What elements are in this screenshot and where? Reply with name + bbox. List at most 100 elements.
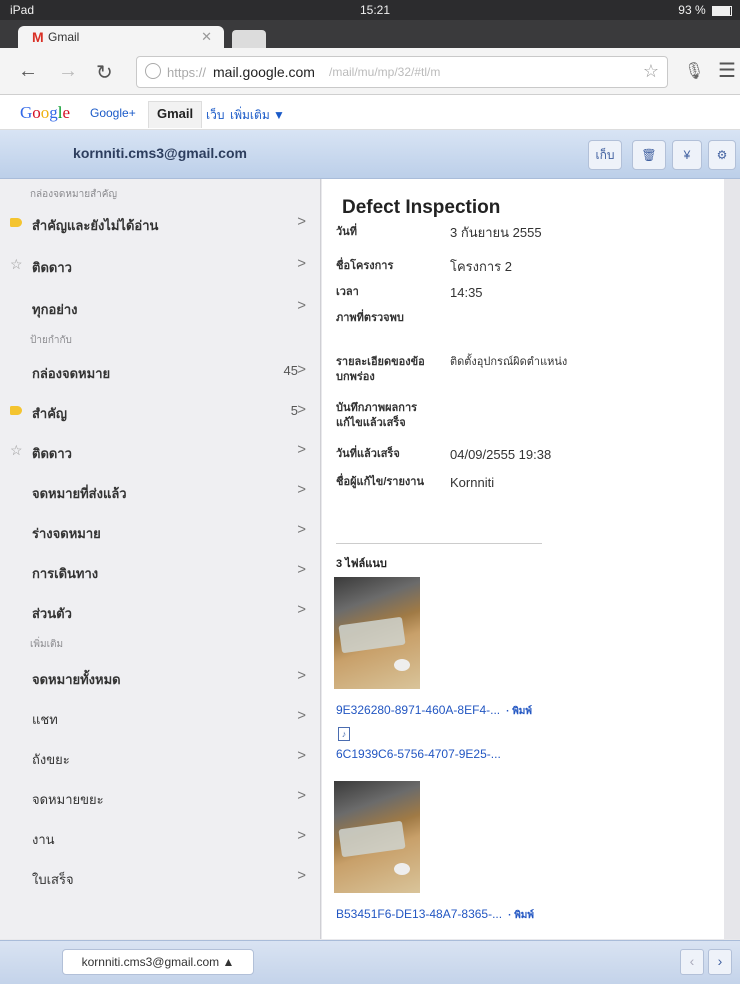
- more-actions-icon[interactable]: ¥: [672, 140, 702, 170]
- tag-icon: [10, 402, 22, 418]
- status-bar: iPad 15:21 93 %: [0, 0, 740, 20]
- star-icon: ☆: [10, 442, 23, 458]
- gmail-icon: M: [32, 29, 44, 45]
- sidebar-item-label: จดหมายขยะ: [32, 792, 104, 807]
- sidebar-item[interactable]: จดหมายทั้งหมด >: [0, 661, 320, 691]
- chevron-right-icon: >: [297, 213, 306, 230]
- field-value: Kornniti: [450, 475, 495, 490]
- gmail-header: kornniti.cms3@gmail.com เก็บ 🗑 ¥ ⚙: [0, 130, 740, 179]
- attachment-thumbnail[interactable]: [334, 781, 420, 893]
- sidebar-item[interactable]: การเดินทาง >: [0, 555, 320, 585]
- sidebar-item[interactable]: ทุกอย่าง >: [0, 291, 320, 321]
- menu-icon[interactable]: ☰: [718, 58, 736, 83]
- field-key: บันทึกภาพผลการแก้ไขแล้วเสร็จ: [336, 402, 418, 429]
- forward-icon[interactable]: →: [58, 60, 78, 83]
- sidebar-item-label: สำคัญ: [32, 406, 68, 421]
- reload-icon[interactable]: ↻: [96, 60, 113, 85]
- message-pane: Defect Inspection วันที่ 3 กันยายน 2555 ชื…: [322, 179, 724, 939]
- sidebar-item-label: จดหมายที่ส่งแล้ว: [32, 486, 127, 501]
- print-link[interactable]: · พิมพ์: [508, 910, 534, 921]
- field-key: ภาพที่ตรวจพบ: [336, 312, 404, 324]
- attachment-link[interactable]: B53451F6-DE13-48A7-8365-... · พิมพ์: [336, 907, 534, 923]
- chevron-right-icon: >: [297, 441, 306, 458]
- back-icon[interactable]: ←: [18, 60, 38, 83]
- attachment-name[interactable]: B53451F6-DE13-48A7-8365-...: [336, 907, 502, 921]
- microphone-icon[interactable]: 🎙: [684, 61, 704, 81]
- sidebar-item[interactable]: จดหมายขยะ >: [0, 781, 320, 811]
- sidebar-item[interactable]: ☆ ติดดาว >: [0, 249, 320, 279]
- scroll-gutter: [724, 179, 740, 939]
- sidebar-item-label: ส่วนตัว: [32, 606, 72, 621]
- field-key: ชื่อผู้แก้ไข/รายงาน: [336, 476, 424, 488]
- more-link[interactable]: เพิ่มเติม ▼: [230, 106, 285, 125]
- previous-icon[interactable]: ‹: [680, 949, 704, 975]
- sidebar-item[interactable]: แชท >: [0, 701, 320, 731]
- sidebar-item[interactable]: ร่างจดหมาย >: [0, 515, 320, 545]
- field-value: 04/09/2555 19:38: [450, 447, 552, 462]
- attachment-thumbnail[interactable]: [334, 577, 420, 689]
- settings-gear-icon[interactable]: ⚙: [708, 140, 736, 170]
- chevron-right-icon: >: [297, 827, 306, 844]
- print-link[interactable]: · พิมพ์: [506, 706, 532, 717]
- sidebar-item-label: การเดินทาง: [32, 566, 99, 581]
- sidebar-item-label: ร่างจดหมาย: [32, 526, 101, 541]
- sidebar-item[interactable]: กล่องจดหมาย 45 >: [0, 355, 320, 385]
- address-bar[interactable]: https:// mail.google.com /mail/mu/mp/32/…: [136, 56, 668, 88]
- sidebar: กล่องจดหมายสำคัญ สำคัญและยังไม่ได้อ่าน > ☆…: [0, 179, 321, 939]
- web-link[interactable]: เว็บ: [206, 106, 224, 125]
- file-icon: ♪: [338, 727, 350, 741]
- sidebar-item[interactable]: งาน >: [0, 821, 320, 851]
- close-icon[interactable]: ✕: [201, 29, 212, 45]
- sidebar-item[interactable]: ส่วนตัว >: [0, 595, 320, 625]
- googleplus-link[interactable]: Google+: [90, 106, 136, 120]
- sidebar-item-label: สำคัญและยังไม่ได้อ่าน: [32, 218, 159, 233]
- star-icon: ☆: [10, 256, 23, 272]
- new-tab-button[interactable]: [232, 30, 266, 48]
- attachment-name[interactable]: 9E326280-8971-460A-8EF4-...: [336, 703, 500, 717]
- carrier-label: iPad: [10, 3, 35, 17]
- sidebar-item[interactable]: ใบเสร็จ >: [0, 861, 320, 891]
- chevron-right-icon: >: [297, 297, 306, 314]
- sidebar-item[interactable]: ถังขยะ >: [0, 741, 320, 771]
- sidebar-item-label: ติดดาว: [32, 446, 72, 461]
- bookmark-star-icon[interactable]: ☆: [643, 61, 659, 82]
- field-value: 3 กันยายน 2555: [450, 225, 542, 240]
- tag-icon: [10, 214, 22, 230]
- sidebar-item[interactable]: สำคัญและยังไม่ได้อ่าน >: [0, 207, 320, 237]
- field-key: ชื่อโครงการ: [336, 260, 394, 272]
- bottom-bar: kornniti.cms3@gmail.com ▲ ‹ ›: [0, 940, 740, 984]
- google-logo[interactable]: Google: [20, 103, 70, 123]
- chevron-right-icon: >: [297, 255, 306, 272]
- field-key: รายละเอียดของข้อบกพร่อง: [336, 356, 425, 383]
- section-labels: ป้ายกำกับ: [30, 335, 72, 346]
- sidebar-item[interactable]: ☆ ติดดาว >: [0, 435, 320, 465]
- attachment-name[interactable]: 6C1939C6-5756-4707-9E25-...: [336, 747, 501, 761]
- trash-icon[interactable]: 🗑: [632, 140, 666, 170]
- field-value: 14:35: [450, 285, 483, 300]
- account-email: kornniti.cms3@gmail.com: [73, 145, 247, 161]
- sidebar-item-label: แชท: [32, 712, 58, 727]
- sidebar-item-label: ถังขยะ: [32, 752, 70, 767]
- chevron-right-icon: >: [297, 561, 306, 578]
- sidebar-item[interactable]: สำคัญ 5 >: [0, 395, 320, 425]
- sidebar-item[interactable]: จดหมายที่ส่งแล้ว >: [0, 475, 320, 505]
- section-priority: กล่องจดหมายสำคัญ: [30, 189, 118, 200]
- chevron-right-icon: >: [297, 401, 306, 418]
- chevron-right-icon: >: [297, 787, 306, 804]
- chevron-right-icon: >: [297, 667, 306, 684]
- attachment-link[interactable]: 9E326280-8971-460A-8EF4-... · พิมพ์: [336, 703, 532, 719]
- gmail-link[interactable]: Gmail: [148, 101, 203, 128]
- next-icon[interactable]: ›: [708, 949, 732, 975]
- chevron-right-icon: >: [297, 707, 306, 724]
- account-switcher-button[interactable]: kornniti.cms3@gmail.com ▲: [62, 949, 254, 975]
- battery-icon: [712, 5, 732, 16]
- clock: 15:21: [360, 3, 391, 17]
- attachment-link[interactable]: 6C1939C6-5756-4707-9E25-...: [336, 747, 501, 761]
- browser-tab[interactable]: M Gmail ✕: [18, 26, 224, 48]
- divider: [336, 543, 542, 544]
- sidebar-item-label: ติดดาว: [32, 260, 72, 275]
- sidebar-item-count: 45: [283, 363, 298, 378]
- chevron-right-icon: >: [297, 867, 306, 884]
- url-scheme: https://: [167, 65, 207, 80]
- archive-button[interactable]: เก็บ: [588, 140, 622, 170]
